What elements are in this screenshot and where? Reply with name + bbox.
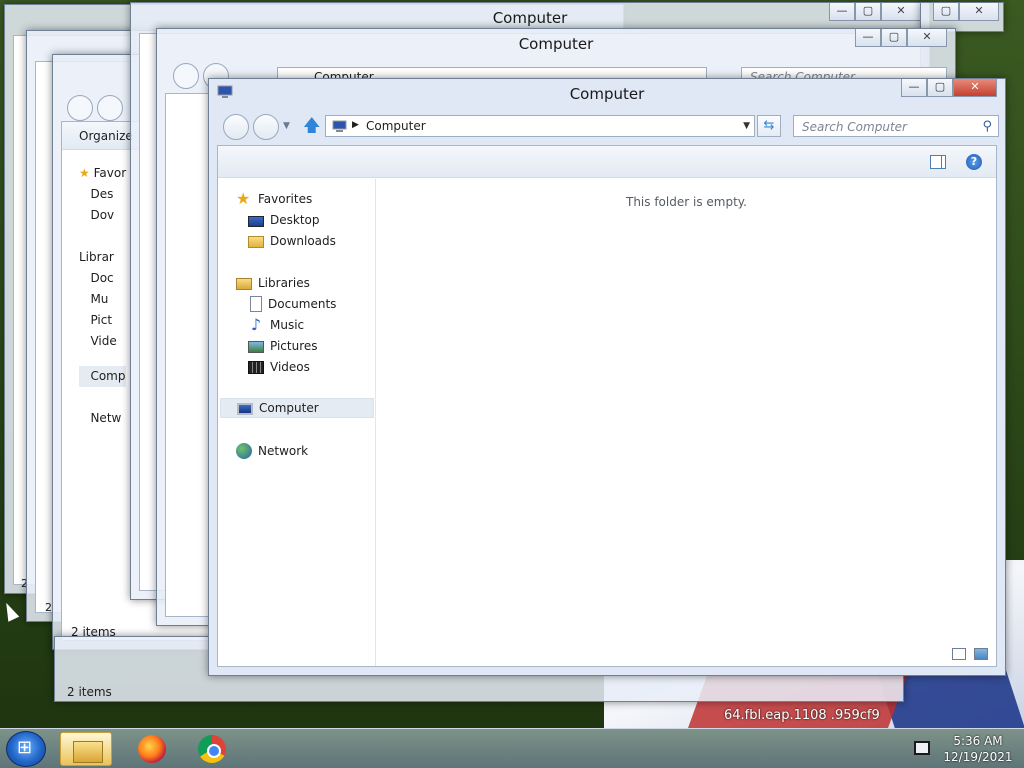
taskbar-chrome-icon[interactable] (186, 732, 238, 766)
network-tray-icon[interactable] (914, 741, 930, 755)
computer-icon (332, 120, 347, 132)
picture-icon (248, 341, 264, 353)
maximize-button[interactable]: ▢ (927, 79, 953, 97)
document-icon (250, 296, 262, 312)
wallpaper-text: 64.fbl.eap.1108 .959cf9 (724, 708, 880, 723)
film-icon (248, 361, 264, 374)
preview-pane-icon[interactable] (930, 155, 946, 169)
chevron-down-icon[interactable]: ▼ (743, 121, 750, 131)
search-input[interactable]: Search Computer ⚲ (793, 115, 999, 137)
navigation-pane: ★ Favorites Desktop Downloads Libraries … (218, 179, 376, 666)
sidebar-item-libraries[interactable]: Libraries (236, 273, 310, 293)
ghost-nav-list: ★ Favor Des Dov Librar Doc Mu Pict Vide … (79, 166, 127, 425)
forward-button[interactable] (253, 114, 279, 140)
thumbnails-view-icon[interactable] (974, 648, 988, 660)
sidebar-item-music[interactable]: ♪ Music (248, 315, 304, 335)
command-bar: ? (218, 146, 996, 178)
clock-date: 12/19/2021 (943, 750, 1013, 764)
search-placeholder: Search Computer (802, 120, 907, 134)
back-button[interactable] (223, 114, 249, 140)
address-text[interactable]: Computer (366, 119, 426, 133)
network-icon (236, 443, 252, 459)
recent-pages-icon[interactable]: ▼ (283, 121, 290, 131)
file-list-area[interactable]: This folder is empty. (377, 179, 996, 666)
help-icon[interactable]: ? (966, 154, 982, 170)
up-arrow-icon[interactable]: 🡅 (303, 117, 320, 135)
sidebar-item-documents[interactable]: Documents (248, 294, 336, 314)
address-bar[interactable]: ▶ Computer ▼ (325, 115, 755, 137)
window-title: Computer (569, 85, 645, 103)
search-icon[interactable]: ⚲ (982, 119, 992, 134)
caption-buttons: — ▢ ✕ (901, 79, 997, 97)
refresh-button[interactable]: ⇆ (757, 115, 781, 137)
ghost-forward-button (97, 95, 123, 121)
client-area: ? ★ Favorites Desktop Downloads Librarie… (217, 145, 997, 667)
ghost-back-button (67, 95, 93, 121)
view-switcher (952, 648, 988, 660)
sidebar-item-pictures[interactable]: Pictures (248, 336, 318, 356)
taskbar: 5:36 AM 12/19/2021 (0, 728, 1024, 768)
close-button[interactable]: ✕ (953, 79, 997, 97)
music-note-icon: ♪ (250, 315, 262, 334)
system-clock[interactable]: 5:36 AM 12/19/2021 (938, 733, 1018, 765)
minimize-button[interactable]: — (901, 79, 927, 97)
computer-icon (237, 403, 253, 415)
ghost-organize: Organize (79, 129, 133, 143)
sidebar-item-favorites[interactable]: ★ Favorites (236, 189, 312, 209)
star-icon: ★ (236, 189, 251, 208)
sidebar-item-computer[interactable]: Computer (220, 398, 374, 418)
downloads-folder-icon (248, 236, 264, 248)
sidebar-item-network[interactable]: Network (236, 441, 308, 461)
empty-folder-message: This folder is empty. (626, 195, 747, 209)
libraries-icon (236, 278, 252, 290)
clock-time: 5:36 AM (953, 734, 1003, 748)
sidebar-item-desktop[interactable]: Desktop (248, 210, 320, 230)
desktop-icon (248, 215, 264, 227)
taskbar-firefox-icon[interactable] (126, 732, 178, 766)
explorer-window[interactable]: Computer — ▢ ✕ ▼ 🡅 ▶ Computer ▼ ⇆ Search… (208, 78, 1006, 676)
taskbar-explorer-button[interactable] (60, 732, 112, 766)
navigation-bar: ▼ 🡅 ▶ Computer ▼ ⇆ Search Computer ⚲ (217, 111, 999, 141)
title-bar[interactable]: Computer — ▢ ✕ (209, 79, 1005, 109)
sidebar-item-downloads[interactable]: Downloads (248, 231, 336, 251)
sidebar-item-videos[interactable]: Videos (248, 357, 310, 377)
start-button[interactable] (6, 731, 46, 767)
details-view-icon[interactable] (952, 648, 966, 660)
breadcrumb-chevron-icon[interactable]: ▶ (352, 120, 359, 130)
